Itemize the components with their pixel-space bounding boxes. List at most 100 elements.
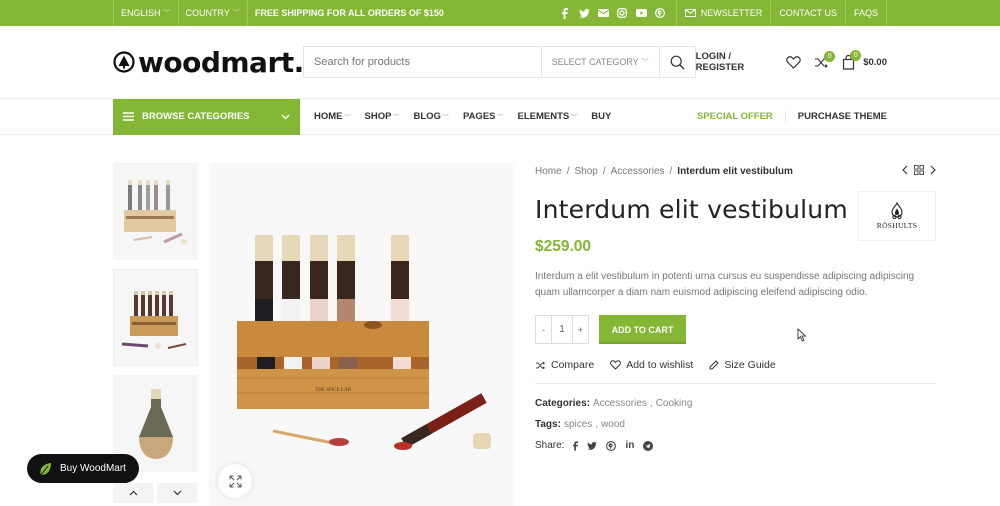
buy-woodmart-button[interactable]: Buy WoodMart <box>27 454 139 483</box>
spice-flask-thumbnail-image <box>138 389 173 459</box>
search-button[interactable] <box>658 47 695 77</box>
add-to-cart-button[interactable]: ADD TO CART <box>599 315 686 344</box>
nav-item-pages[interactable]: PAGES ﹀ <box>463 111 504 122</box>
contact-link[interactable]: CONTACT US <box>771 0 846 26</box>
breadcrumb-accessories[interactable]: Accessories <box>611 166 665 177</box>
purchase-theme-link[interactable]: PURCHASE THEME <box>786 111 887 122</box>
search-input[interactable] <box>304 47 541 77</box>
leaf-icon <box>39 462 52 476</box>
quantity-increase-button[interactable]: + <box>573 316 588 343</box>
size-guide-link[interactable]: Size Guide <box>709 359 776 371</box>
spice-rack-thumbnail-image <box>123 179 187 245</box>
category-select[interactable]: SELECT CATEGORY ﹀ <box>540 47 659 77</box>
language-selector[interactable]: ENGLISH ﹀ <box>113 0 179 26</box>
chevron-down-icon: ﹀ <box>232 10 240 17</box>
thumbnail-prev-button[interactable] <box>113 483 153 503</box>
cart-count-badge: 0 <box>850 49 862 61</box>
category-link[interactable]: Accessories <box>593 398 647 409</box>
chevron-down-icon: ﹀ <box>163 10 171 17</box>
cart-button[interactable]: 0 <box>842 49 862 70</box>
login-register-link[interactable]: LOGIN / REGISTER <box>696 51 774 73</box>
browse-categories-button[interactable]: BROWSE CATEGORIES <box>113 98 300 135</box>
youtube-icon[interactable] <box>635 8 647 19</box>
breadcrumb-shop[interactable]: Shop <box>574 166 597 177</box>
product-navigation <box>902 165 936 175</box>
telegram-icon[interactable] <box>643 440 654 451</box>
fullscreen-zoom-button[interactable] <box>218 464 252 498</box>
main-nav: BROWSE CATEGORIES HOME ﹀ SHOP ﹀ BLOG ﹀ PAGE… <box>0 98 1000 135</box>
nav-item-buy[interactable]: BUY <box>591 111 611 122</box>
facebook-icon[interactable] <box>560 7 571 19</box>
instagram-icon[interactable] <box>617 8 628 19</box>
pinterest-icon[interactable] <box>606 440 617 451</box>
header: woodmart. SELECT CATEGORY﹀ LOGIN / REGIS… <box>0 26 1000 99</box>
wishlist-button[interactable] <box>786 55 801 69</box>
product-actions: Compare Add to wishlist Size Guide <box>535 359 936 384</box>
special-offer-link[interactable]: SPECIAL OFFER <box>697 111 786 122</box>
expand-icon <box>229 475 242 488</box>
tag-link[interactable]: spices <box>564 419 592 430</box>
nav-item-shop[interactable]: SHOP ﹀ <box>365 111 400 122</box>
search-icon <box>670 55 685 70</box>
hamburger-icon <box>123 112 134 121</box>
chevron-down-icon: ﹀ <box>442 115 449 121</box>
quantity-decrease-button[interactable]: - <box>536 316 551 343</box>
mouse-cursor-icon <box>797 328 807 342</box>
tags-row: Tags: spices, wood <box>535 419 625 430</box>
heart-icon <box>610 360 622 370</box>
quantity-input[interactable]: 1 <box>551 316 573 343</box>
grid-icon[interactable] <box>914 165 924 175</box>
chevron-down-icon: ﹀ <box>393 115 400 121</box>
thumbnail-1[interactable] <box>113 163 198 260</box>
shuffle-icon <box>535 361 546 370</box>
compare-count-badge: 0 <box>824 50 836 62</box>
mail-icon[interactable] <box>597 8 609 19</box>
chevron-down-icon: ﹀ <box>344 115 351 121</box>
product-summary: Home / Shop / Accessories / Interdum elit v… <box>535 163 936 461</box>
flame-logo-icon <box>889 202 905 220</box>
compare-button[interactable]: 0 <box>814 50 836 69</box>
product-description: Interdum a elit vestibulum in potenti ur… <box>535 271 915 298</box>
tag-link[interactable]: wood <box>601 419 625 430</box>
thumbnail-next-button[interactable] <box>157 483 197 503</box>
country-selector[interactable]: COUNTRY ﹀ <box>179 0 248 26</box>
nav-item-home[interactable]: HOME ﹀ <box>314 111 351 122</box>
thumbnail-2[interactable] <box>113 269 198 366</box>
cart-total[interactable]: $0.00 <box>863 57 887 68</box>
chevron-down-icon: ﹀ <box>571 115 578 121</box>
add-to-wishlist-link[interactable]: Add to wishlist <box>610 359 693 371</box>
brand-logo[interactable]: RÖSHULTS <box>858 191 936 241</box>
tree-logo-icon <box>113 51 135 73</box>
linkedin-icon[interactable]: in <box>625 440 634 451</box>
logo[interactable]: woodmart. <box>113 46 304 79</box>
twitter-icon[interactable] <box>587 441 598 450</box>
facebook-icon[interactable] <box>573 440 579 451</box>
next-product-icon[interactable] <box>930 165 936 175</box>
compare-link[interactable]: Compare <box>535 359 594 371</box>
newsletter-link[interactable]: NEWSLETTER <box>677 0 772 26</box>
promo-text: FREE SHIPPING FOR ALL ORDERS OF $150 <box>254 8 444 18</box>
chevron-up-icon <box>129 490 138 496</box>
nav-item-elements[interactable]: ELEMENTS ﹀ <box>518 111 578 122</box>
quantity-stepper: - 1 + <box>535 315 589 344</box>
twitter-icon[interactable] <box>578 8 590 19</box>
breadcrumb-home[interactable]: Home <box>535 166 562 177</box>
share-row: Share: in <box>535 440 936 451</box>
search-bar: SELECT CATEGORY﹀ <box>303 46 696 78</box>
chevron-down-icon: ﹀ <box>641 59 649 66</box>
top-bar: ENGLISH ﹀ COUNTRY ﹀ FREE SHIPPING FOR ALL … <box>0 0 1000 26</box>
ruler-icon <box>709 360 720 370</box>
main-product-image[interactable]: THE SPICE LAB <box>209 163 513 506</box>
breadcrumb: Home / Shop / Accessories / Interdum elit v… <box>535 165 793 177</box>
thumbnail-nav <box>113 483 197 503</box>
chevron-down-icon <box>281 114 290 120</box>
category-link[interactable]: Cooking <box>656 398 693 409</box>
pinterest-icon[interactable] <box>655 8 666 19</box>
spice-rack-dark-thumbnail-image <box>121 290 186 349</box>
chevron-down-icon <box>173 490 182 496</box>
nav-item-blog[interactable]: BLOG ﹀ <box>413 111 448 122</box>
prev-product-icon[interactable] <box>902 165 908 175</box>
faqs-link[interactable]: FAQS <box>846 0 887 26</box>
thumbnail-gallery <box>113 163 198 481</box>
social-links <box>550 0 677 26</box>
